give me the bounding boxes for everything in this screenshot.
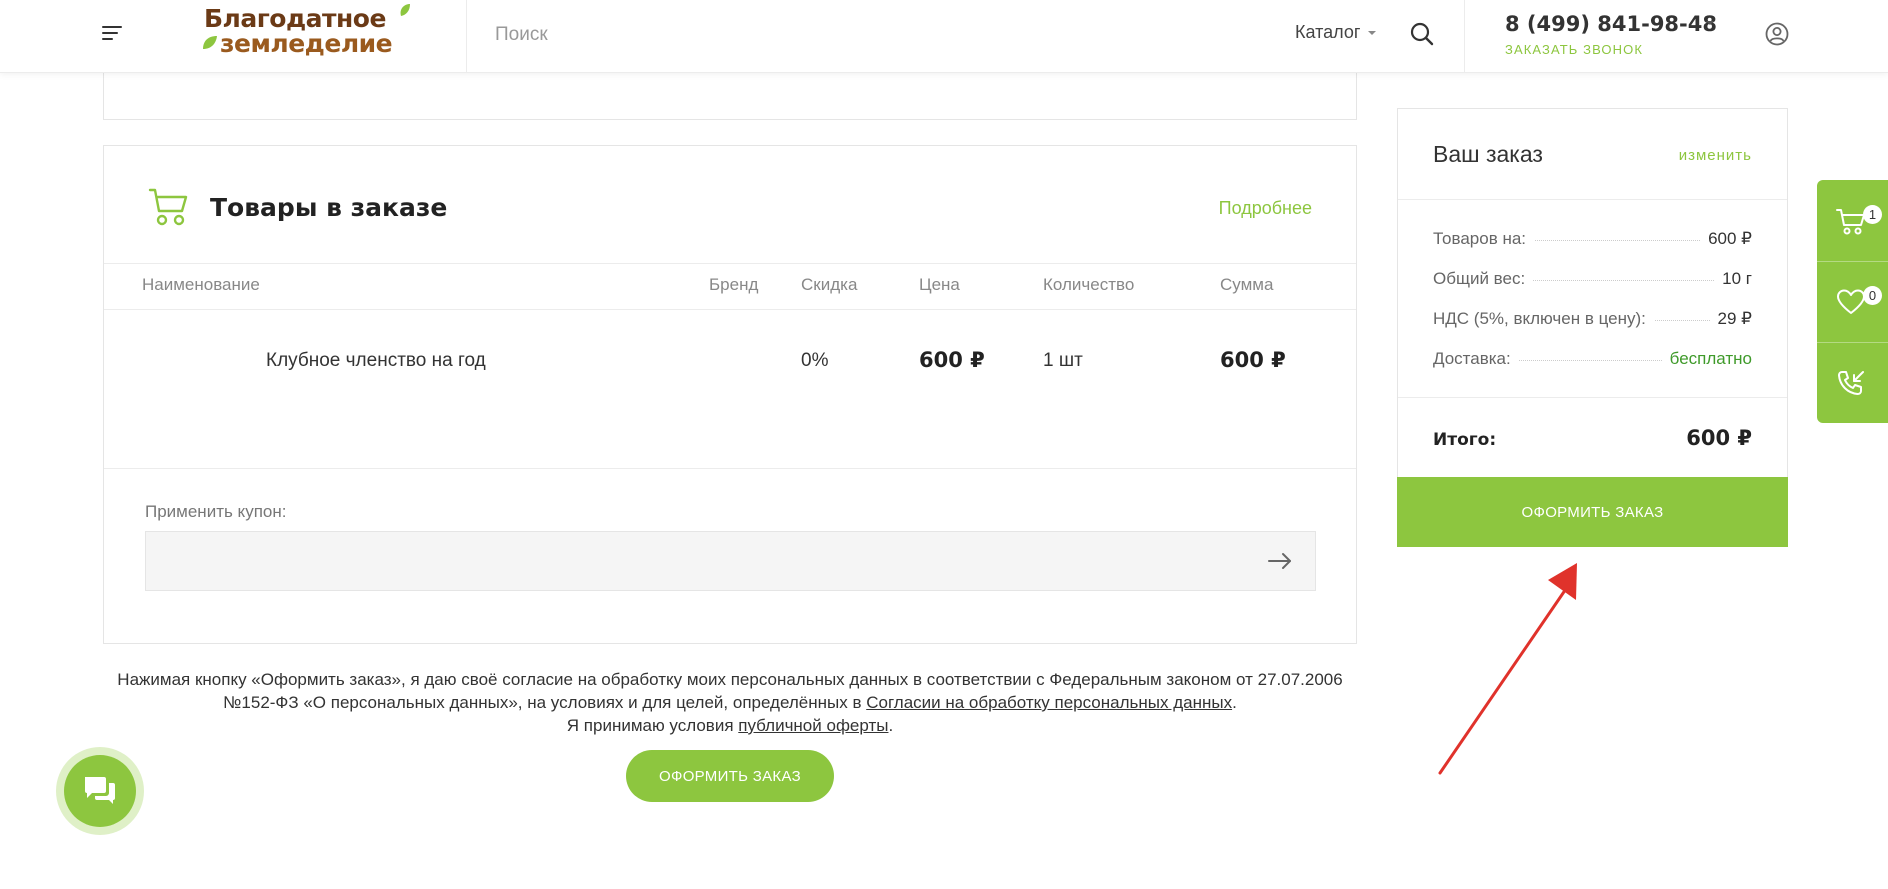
summary-row-value: бесплатно [1661,349,1752,369]
divider [104,263,1356,264]
heart-icon [1837,289,1865,314]
total-value: 600 ₽ [1686,426,1752,450]
summary-row-label: Общий вес: [1433,269,1534,289]
column-header-name: Наименование [142,275,260,294]
summary-row-label: Товаров на: [1433,229,1535,249]
summary-row: Товаров на: 600 ₽ [1433,229,1752,253]
summary-title: Ваш заказ [1433,141,1543,167]
user-icon[interactable] [1765,22,1789,46]
divider [104,309,1356,310]
place-order-summary-button[interactable]: ОФОРМИТЬ ЗАКАЗ [1397,477,1788,547]
offer-text: . [888,716,894,735]
annotation-arrow [1438,563,1577,775]
offer-text: Я принимаю условия [566,716,739,735]
item-sum: 600 ₽ [1220,348,1286,372]
logo-text-bottom: земледелие [220,29,393,58]
search-input[interactable] [495,20,1195,50]
cart-count-badge: 1 [1863,205,1882,224]
summary-row: Доставка: бесплатно [1433,349,1752,373]
change-order-link[interactable]: изменить [1679,147,1752,164]
phone-callback-icon [1838,371,1864,395]
menu-icon[interactable] [102,24,124,42]
column-header-discount: Скидка [801,275,858,294]
catalog-dropdown[interactable]: Каталог [1295,22,1377,43]
chat-icon [85,777,115,804]
cart-icon [1836,209,1865,235]
header-divider [1464,0,1465,73]
chevron-down-icon[interactable] [1706,21,1714,25]
leaf-icon [400,4,410,16]
column-header-price: Цена [919,275,960,294]
summary-row-label: Доставка: [1433,349,1519,369]
summary-row-label: НДС (5%, включен в цену): [1433,309,1654,329]
header-divider [466,0,467,73]
site-logo[interactable]: Благодатное земледелие [200,4,410,58]
leaf-icon [203,36,217,49]
chevron-down-icon [1368,31,1377,36]
search-icon[interactable] [1410,22,1434,46]
item-name[interactable]: Клубное членство на год [266,350,486,372]
coupon-input[interactable] [145,531,1316,591]
cart-icon [148,188,188,226]
catalog-label: Каталог [1295,22,1361,42]
coupon-label: Применить купон: [145,502,287,521]
column-header-sum: Сумма [1220,275,1274,294]
favorites-count-badge: 0 [1863,286,1882,305]
side-favorites-button[interactable]: 0 [1817,261,1888,342]
chat-widget-button[interactable] [64,755,136,827]
phone-number[interactable]: 8 (499) 841-98-48 [1505,12,1717,36]
divider [1398,199,1787,200]
item-price: 600 ₽ [919,348,985,372]
place-order-button[interactable]: ОФОРМИТЬ ЗАКАЗ [626,750,834,802]
divider [104,468,1356,469]
floating-side-panel: 1 0 [1817,180,1888,423]
order-items-panel: Товары в заказе Подробнее Наименование Б… [103,145,1357,644]
details-link[interactable]: Подробнее [1219,198,1312,219]
item-discount: 0% [801,350,829,371]
side-cart-button[interactable]: 1 [1817,180,1888,261]
divider [1398,397,1787,398]
summary-row-value: 29 ₽ [1709,309,1752,329]
personal-data-consent-link[interactable]: Согласии на обработку персональных данны… [866,693,1232,712]
summary-row: Общий вес: 10 г [1433,269,1752,293]
total-label: Итого: [1433,430,1497,450]
consent-disclaimer: Нажимая кнопку «Оформить заказ», я даю с… [110,668,1350,737]
section-title: Товары в заказе [210,193,448,222]
arrow-right-icon[interactable] [1267,549,1293,573]
summary-row: НДС (5%, включен в цену): 29 ₽ [1433,309,1752,333]
side-callback-button[interactable] [1817,342,1888,423]
item-quantity: 1 шт [1043,350,1083,371]
summary-row-value: 600 ₽ [1700,229,1752,249]
column-header-brand: Бренд [709,275,759,294]
column-header-quantity: Количество [1043,275,1135,294]
public-offer-link[interactable]: публичной оферты [738,716,888,735]
consent-text: . [1232,693,1237,712]
site-header: Благодатное земледелие Каталог 8 (499) 8… [0,0,1888,73]
callback-link[interactable]: ЗАКАЗАТЬ ЗВОНОК [1505,42,1643,57]
summary-row-value: 10 г [1714,269,1752,289]
